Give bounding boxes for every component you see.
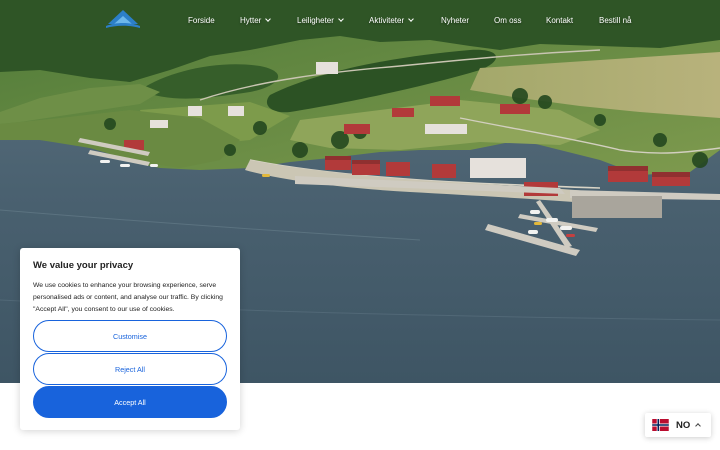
chevron-down-icon	[338, 16, 344, 22]
customise-button[interactable]: Customise	[33, 320, 227, 352]
accept-all-button[interactable]: Accept All	[33, 386, 227, 418]
nav-item-label: Om oss	[494, 16, 522, 25]
main-navigation: Forside Hytter Leiligheter Aktiviteter N…	[0, 0, 720, 42]
page: Forside Hytter Leiligheter Aktiviteter N…	[0, 0, 720, 450]
nav-item-aktiviteter[interactable]: Aktiviteter	[369, 16, 414, 25]
nav-item-kontakt[interactable]: Kontakt	[546, 16, 573, 25]
nav-item-label: Leiligheter	[297, 16, 334, 25]
nav-item-bestill-na[interactable]: Bestill nå	[599, 16, 631, 25]
chevron-down-icon	[265, 16, 272, 22]
cookie-consent-dialog: We value your privacy We use cookies to …	[20, 248, 240, 430]
nav-item-label: Nyheter	[441, 16, 470, 25]
nav-item-hytter[interactable]: Hytter	[240, 16, 272, 25]
nav-item-forside[interactable]: Forside	[188, 16, 215, 25]
nav-item-label: Kontakt	[546, 16, 574, 25]
nav-item-nyheter[interactable]: Nyheter	[441, 16, 469, 25]
language-switcher[interactable]: NO	[645, 413, 711, 437]
chevron-down-icon	[408, 16, 414, 22]
reject-all-button[interactable]: Reject All	[33, 353, 227, 385]
cookie-title: We value your privacy	[33, 260, 134, 271]
nav-item-om-oss[interactable]: Om oss	[494, 16, 522, 25]
chevron-up-icon	[695, 423, 702, 429]
nav-item-label: Hytter	[240, 16, 262, 25]
nav-item-leiligheter[interactable]: Leiligheter	[297, 16, 344, 25]
cookie-description: We use cookies to enhance your browsing …	[33, 282, 223, 313]
nav-item-label: Aktiviteter	[369, 16, 405, 25]
nav-item-label: Bestill nå	[599, 16, 632, 25]
nav-item-label: Forside	[188, 16, 215, 25]
language-code: NO	[676, 419, 691, 431]
norway-flag-icon	[652, 419, 669, 431]
